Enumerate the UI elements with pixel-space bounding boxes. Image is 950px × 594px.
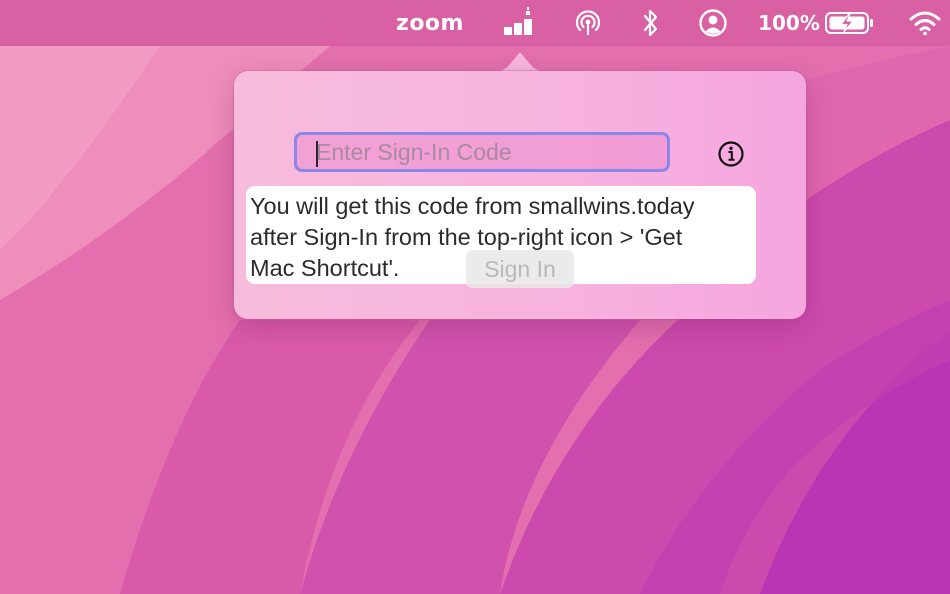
- sign-in-button[interactable]: Sign In: [466, 250, 574, 288]
- zoom-menu-item[interactable]: zoom: [388, 0, 472, 46]
- zoom-label: zoom: [396, 10, 464, 36]
- user-account-icon: [699, 9, 727, 37]
- desktop: zoom 100% Enter Sign-In Code You will ge…: [0, 0, 950, 594]
- menu-bar: zoom 100%: [0, 0, 950, 46]
- sign-in-code-input[interactable]: [294, 132, 670, 172]
- signal-bars-menu-item[interactable]: [498, 0, 542, 46]
- wifi-icon: [909, 11, 941, 36]
- wifi-menu-item[interactable]: [904, 0, 946, 46]
- popover-arrow: [492, 52, 548, 72]
- battery-percentage-label: 100%: [758, 11, 820, 35]
- info-icon[interactable]: [717, 140, 745, 168]
- user-account-menu-item[interactable]: [694, 0, 732, 46]
- battery-charging-icon: [825, 12, 873, 34]
- battery-percentage[interactable]: 100%: [756, 0, 822, 46]
- sign-in-popover: You will get this code from smallwins.to…: [234, 71, 806, 319]
- airdrop-menu-item[interactable]: [568, 0, 608, 46]
- airdrop-icon: [575, 10, 601, 36]
- battery-menu-item[interactable]: [822, 0, 878, 46]
- signal-bars-icon: [504, 7, 532, 35]
- bluetooth-menu-item[interactable]: [636, 0, 666, 46]
- bluetooth-icon: [643, 9, 658, 37]
- text-caret: [316, 141, 318, 167]
